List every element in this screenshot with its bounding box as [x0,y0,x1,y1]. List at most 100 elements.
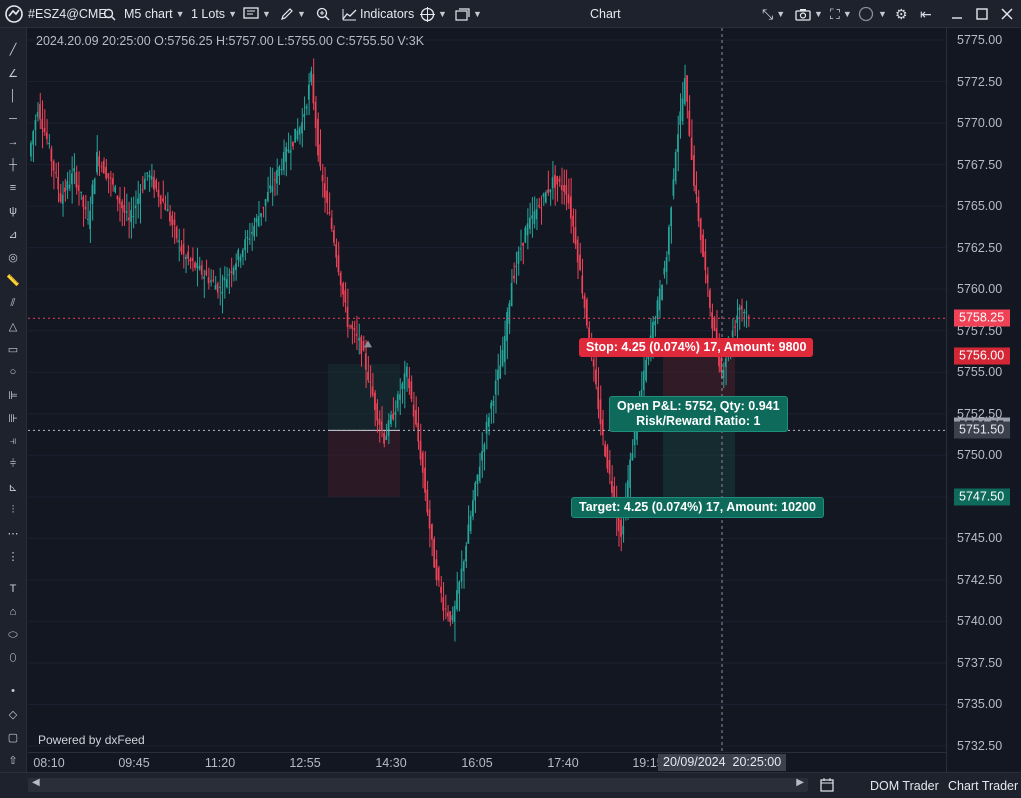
parallel-channel-icon[interactable]: ≡ [3,179,23,197]
symbol-search-icon[interactable] [103,0,116,28]
price-tick: 5760.00 [957,282,1003,297]
candle-body [162,198,164,202]
scroll-right-icon[interactable]: ▶ [796,777,804,788]
candle-body [444,608,447,610]
dot-icon[interactable]: • [3,682,23,700]
fib-extension-icon[interactable]: ⊪ [3,409,23,427]
calendar-icon[interactable] [820,778,834,795]
drawing-tools-dropdown[interactable]: ▼ [280,0,306,28]
candle-body [576,239,579,263]
candle-body [64,187,66,192]
chart-trader-button[interactable]: Chart Trader [948,779,1018,793]
arrow-up-marker-icon[interactable]: ⇧ [3,751,23,769]
spiral-icon[interactable]: ◎ [3,248,23,266]
target-callout[interactable]: Target: 4.25 (0.074%) 17, Amount: 10200 [571,497,824,518]
candle-body [244,239,246,251]
stop-callout[interactable]: Stop: 4.25 (0.074%) 17, Amount: 9800 [579,338,814,357]
crosshair-dropdown[interactable]: ▼ [420,0,447,28]
cycle-lines-icon[interactable]: ⋯ [3,524,23,542]
note-icon[interactable]: ⬯ [3,649,23,667]
price-label-icon[interactable]: ⌂ [3,603,23,621]
candle-body [515,266,517,268]
pnl-callout[interactable]: Open P&L: 5752, Qty: 0.941 Risk/Reward R… [609,396,788,432]
triangle-icon[interactable]: △ [3,317,23,335]
diamond-icon[interactable]: ◇ [3,705,23,723]
candle-body [606,446,609,469]
candle-body [743,311,745,314]
fib-lines-icon[interactable]: ⫽ [3,294,23,312]
circle-icon[interactable]: ○ [3,363,23,381]
gann-icon[interactable]: ⊿ [3,225,23,243]
camera-icon[interactable]: ▼ [795,0,823,28]
price-tick: 5755.00 [957,365,1003,380]
angle-line-icon[interactable]: ∠ [3,64,23,82]
time-tick: 17:40 [547,756,579,770]
vertical-line-icon[interactable]: │ [3,87,23,105]
candle-body [683,77,686,104]
candle-body [469,515,472,532]
theme-toggle[interactable]: ▼ [858,0,887,28]
trend-line-icon[interactable]: ╱ [3,40,23,58]
candle-body [335,244,337,258]
candle-body [321,174,324,182]
candle-body [567,194,570,204]
interval-dropdown[interactable]: M5 chart ▼ [124,0,185,28]
candle-body [367,372,369,381]
dom-trader-button[interactable]: DOM Trader [870,779,939,793]
candle-body [601,419,604,436]
cross-line-icon[interactable]: ┼ [3,156,23,174]
fullscreen-icon[interactable]: ⛶ ▼ [830,0,852,28]
zoom-in-icon[interactable] [316,0,330,28]
candle-body [428,509,431,529]
date-range-icon[interactable]: ⋮ [3,547,23,565]
candle-body [401,383,404,390]
horizontal-line-icon[interactable]: ─ [3,110,23,128]
candle-body [724,358,727,368]
candle-body [32,131,34,145]
gann-fan-icon[interactable]: ⊾ [3,478,23,496]
price-axis[interactable]: 5775.00 5772.50 5770.00 5767.50 5765.00 5762.… [946,28,1021,772]
close-icon[interactable] [1001,0,1013,28]
andrews-icon[interactable]: ⫶ [3,501,23,519]
gear-icon[interactable]: ⚙ [895,0,908,28]
candle-body [722,369,725,379]
pin-icon[interactable]: ⇤ [920,0,932,28]
candlestick-plot[interactable] [28,28,946,752]
candle-body [114,186,116,193]
callout-icon[interactable]: ⬭ [3,626,23,644]
candle-body [296,130,299,140]
scroll-left-icon[interactable]: ◀ [32,777,40,788]
time-axis[interactable]: 08:10 09:45 11:20 12:55 14:30 16:05 17:40 19:15… [28,752,946,772]
square-icon[interactable]: ▢ [3,728,23,746]
candle-body [180,246,183,252]
candle-body [688,110,691,136]
text-icon[interactable]: T [3,580,23,598]
candle-body [346,306,349,328]
candle-body [298,127,301,135]
collapse-icon[interactable]: ⤡ ▼ [762,0,785,28]
arrow-icon[interactable]: → [3,133,23,151]
symbol-selector[interactable]: #ESZ4@CME [28,0,107,28]
candle-body [583,295,586,308]
fib-retracement-icon[interactable]: ⊫ [3,386,23,404]
fib-timezone-icon[interactable]: ⫩ [3,455,23,473]
layout-dropdown[interactable]: ▼ [455,0,482,28]
indicators-button[interactable]: Indicators [342,0,414,28]
candle-body [105,167,107,179]
candle-body [474,482,476,501]
rectangle-icon[interactable]: ▭ [3,340,23,358]
candle-body [419,440,422,460]
chart-canvas[interactable] [28,28,946,772]
candle-body [91,184,94,204]
pitchfork-icon[interactable]: ψ [3,202,23,220]
minimize-icon[interactable] [951,0,963,28]
ruler-icon[interactable]: 📏 [3,271,23,289]
lots-dropdown[interactable]: 1 Lots ▼ [191,0,237,28]
fib-fan-icon[interactable]: ⫣ [3,432,23,450]
horizontal-scrollbar[interactable]: ◀ ▶ [28,777,808,792]
candle-body [66,180,69,191]
candle-body [456,590,458,610]
maximize-icon[interactable] [976,0,988,28]
candle-body [93,179,96,194]
chart-type-dropdown[interactable]: ▼ [243,0,271,28]
